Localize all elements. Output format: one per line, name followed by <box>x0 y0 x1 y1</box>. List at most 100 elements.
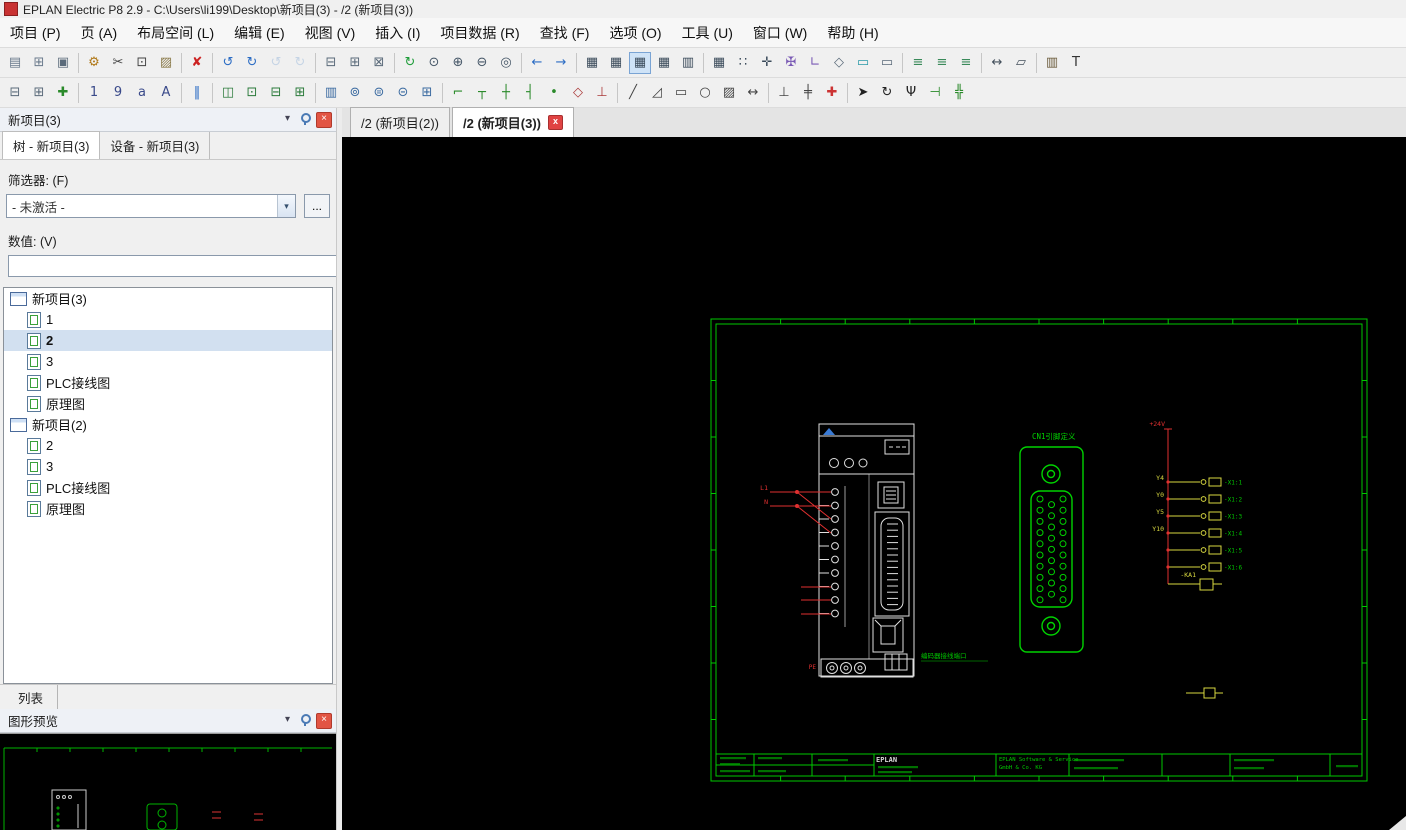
panel-menu-button[interactable]: ▾ <box>280 112 295 127</box>
tree-item-page[interactable]: 1 <box>4 309 332 330</box>
menu-item-10[interactable]: 窗口 (W) <box>743 18 817 47</box>
power-rail-24v[interactable] <box>1164 429 1172 584</box>
align-bottom-icon[interactable]: ⊥ <box>773 82 795 104</box>
edit-box-icon[interactable]: ▭ <box>876 52 898 74</box>
scale-icon[interactable]: ▱ <box>1010 52 1032 74</box>
coordinate-input-icon[interactable]: ◇ <box>828 52 850 74</box>
layer-management-icon[interactable]: ⊞ <box>28 82 50 104</box>
align-right-icon[interactable]: ≡ <box>955 52 977 74</box>
menu-item-3[interactable]: 编辑 (E) <box>224 18 295 47</box>
split-horizontal-icon[interactable]: ⊞ <box>344 52 366 74</box>
plc-box-icon[interactable]: ⊞ <box>416 82 438 104</box>
number-grid-icon[interactable]: 9 <box>107 82 129 104</box>
align-left-icon[interactable]: ≡ <box>907 52 929 74</box>
monitor-icon[interactable]: ▭ <box>852 52 874 74</box>
tree-item-page[interactable]: 2 <box>4 435 332 456</box>
insert-point-icon[interactable]: ✚ <box>821 82 843 104</box>
back-icon[interactable]: ← <box>526 52 548 74</box>
potential-icon[interactable]: ⊥ <box>591 82 613 104</box>
graphic-polyline-icon[interactable]: ◿ <box>646 82 668 104</box>
grid-custom-icon[interactable]: ▦ <box>653 52 675 74</box>
graphic-hatch-icon[interactable]: ▨ <box>718 82 740 104</box>
editor-tab-0[interactable]: /2 (新项目(2)) <box>350 107 450 137</box>
tab-close-button[interactable]: x <box>548 115 563 130</box>
split-vertical-icon[interactable]: ⊠ <box>368 52 390 74</box>
rotate-icon[interactable]: ↻ <box>876 82 898 104</box>
preview-menu-button[interactable]: ▾ <box>280 713 295 728</box>
mirror-icon[interactable]: Ψ <box>900 82 922 104</box>
forward-icon[interactable]: → <box>550 52 572 74</box>
number-terminals-icon[interactable]: A <box>155 82 177 104</box>
tab-list-view[interactable]: 列表 <box>4 685 58 710</box>
graphic-circle-icon[interactable]: ○ <box>694 82 716 104</box>
structure-icon[interactable]: ✚ <box>52 82 74 104</box>
device-insert-icon[interactable]: ▥ <box>320 82 342 104</box>
properties-wrench-icon[interactable]: ⚙ <box>83 52 105 74</box>
grid-off-icon[interactable]: ▥ <box>677 52 699 74</box>
cable-insert-icon[interactable]: ⊜ <box>368 82 390 104</box>
grid-display-icon[interactable]: ▦ <box>708 52 730 74</box>
filter-combo[interactable]: - 未激活 - ▾ <box>6 194 296 218</box>
snap-object-icon[interactable]: ✛ <box>756 52 778 74</box>
tree-item-project[interactable]: 新项目(2) <box>4 414 332 435</box>
output-wiring[interactable]: -X1:1Y4-X1:2Y0-X1:3Y5-X1:4Y10-X1:5-X1:6 <box>1152 474 1242 572</box>
graphical-preview[interactable] <box>0 733 336 830</box>
combo-arrow-icon[interactable]: ▾ <box>277 195 295 217</box>
menu-item-8[interactable]: 选项 (O) <box>599 18 671 47</box>
connection-corner-icon[interactable]: ⌐ <box>447 82 469 104</box>
undo-icon[interactable]: ↺ <box>217 52 239 74</box>
page-navigator-icon[interactable]: ⊟ <box>4 82 26 104</box>
graphic-line-icon[interactable]: ╱ <box>622 82 644 104</box>
interruption-point-icon[interactable]: ◇ <box>567 82 589 104</box>
grid-medium-icon[interactable]: ▦ <box>605 52 627 74</box>
relay-ka1[interactable] <box>1168 579 1222 590</box>
page-macro-icon[interactable]: ⊞ <box>289 82 311 104</box>
pages-panel-header[interactable]: 新项目(3) ▾ × <box>0 108 336 132</box>
menu-item-11[interactable]: 帮助 (H) <box>817 18 888 47</box>
menu-item-7[interactable]: 查找 (F) <box>530 18 600 47</box>
sidebar-tab-tree[interactable]: 树 - 新项目(3) <box>2 131 100 159</box>
tree-item-page[interactable]: PLC接线图 <box>4 372 332 393</box>
zoom-out-icon[interactable]: ⊖ <box>471 52 493 74</box>
filter-browse-button[interactable]: ... <box>304 194 330 218</box>
tree-item-page[interactable]: 2 <box>4 330 332 351</box>
page-open-icon[interactable]: ⊞ <box>28 52 50 74</box>
terminal-insert-icon[interactable]: ⊚ <box>344 82 366 104</box>
graphic-rectangle-icon[interactable]: ▭ <box>670 82 692 104</box>
design-mode-icon[interactable]: ✠ <box>780 52 802 74</box>
redo-icon[interactable]: ↻ <box>241 52 263 74</box>
print-icon[interactable]: ▣ <box>52 52 74 74</box>
menu-item-2[interactable]: 布局空间 (L) <box>127 18 224 47</box>
tree-item-project[interactable]: 新项目(3) <box>4 288 332 309</box>
connect-ok-icon[interactable]: ⊣ <box>924 82 946 104</box>
schematic-canvas[interactable]: EPLAN EPLAN Software & Service GmbH & Co… <box>342 137 1406 830</box>
grid-large-icon[interactable]: ▦ <box>629 52 651 74</box>
page-new-icon[interactable]: ▤ <box>4 52 26 74</box>
redraw-icon[interactable]: ↻ <box>399 52 421 74</box>
tree-item-page[interactable]: 3 <box>4 456 332 477</box>
number-pages-icon[interactable]: 1 <box>83 82 105 104</box>
window-macro-icon[interactable]: ⊡ <box>241 82 263 104</box>
power-input-wires[interactable] <box>770 491 831 615</box>
menu-item-0[interactable]: 项目 (P) <box>0 18 71 47</box>
zoom-window-icon[interactable]: ⊙ <box>423 52 445 74</box>
text-insert-icon[interactable]: T <box>1065 52 1087 74</box>
preview-pin-button[interactable] <box>298 713 313 728</box>
zoom-in-icon[interactable]: ⊕ <box>447 52 469 74</box>
snap-grid-icon[interactable]: ∷ <box>732 52 754 74</box>
tree-item-page[interactable]: 3 <box>4 351 332 372</box>
panel-close-button[interactable]: × <box>316 112 332 128</box>
move-icon[interactable]: ↔ <box>986 52 1008 74</box>
shield-insert-icon[interactable]: ⊝ <box>392 82 414 104</box>
select-pointer-icon[interactable]: ➤ <box>852 82 874 104</box>
menu-item-9[interactable]: 工具 (U) <box>672 18 743 47</box>
menu-item-5[interactable]: 插入 (I) <box>365 18 430 47</box>
paste-icon[interactable]: ▨ <box>155 52 177 74</box>
parts-list-icon[interactable]: ▥ <box>1041 52 1063 74</box>
aux-contact[interactable] <box>1186 688 1223 698</box>
symbol-insert-icon[interactable]: ◫ <box>217 82 239 104</box>
tree-item-page[interactable]: PLC接线图 <box>4 477 332 498</box>
tree-item-page[interactable]: 原理图 <box>4 498 332 519</box>
connection-cross-icon[interactable]: ┼ <box>495 82 517 104</box>
preview-close-button[interactable]: × <box>316 713 332 729</box>
